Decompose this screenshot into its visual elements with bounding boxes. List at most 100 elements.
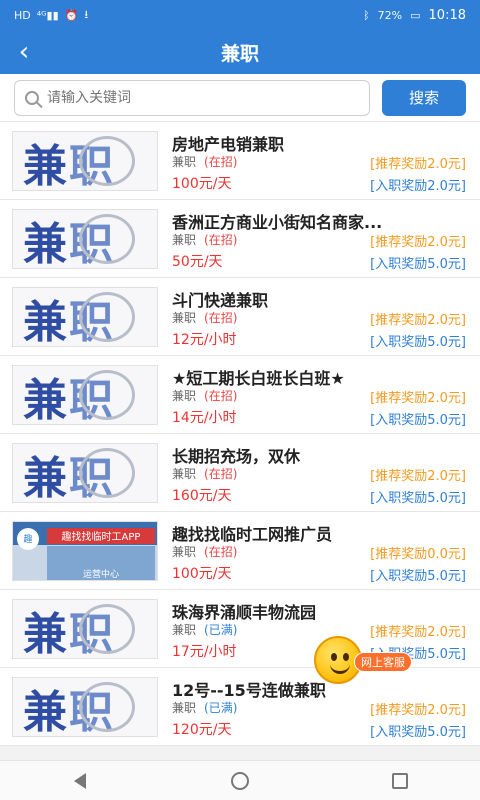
job-info: 12号--15号连做兼职 兼职 (已满) 120元/天 [推荐奖励2.0元] [入职奖励5… xyxy=(172,677,466,740)
recommend-reward: [推荐奖励2.0元] xyxy=(370,156,466,172)
job-info: 香洲正方商业小街知名商家... 兼职 (在招) 50元/天 [推荐奖励2.0元] [入职奖… xyxy=(172,209,466,272)
magnifier-icon xyxy=(79,681,135,732)
onboard-reward: [入职奖励5.0元] xyxy=(370,724,466,740)
onboard-reward: [入职奖励5.0元] xyxy=(370,256,466,272)
job-meta: 兼职 (在招) xyxy=(172,465,237,482)
job-info: 斗门快递兼职 兼职 (在招) 12元/小时 [推荐奖励2.0元] [入职奖励5.0元] xyxy=(172,287,466,350)
job-list-item[interactable]: 兼职 ★短工期长白班长白班★ 兼职 (在招) 14元/小时 [推荐奖励2.0元] [入职奖励… xyxy=(0,356,480,434)
job-list-item[interactable]: 兼职房地产电销兼职 兼职 (在招) 100元/天 [推荐奖励2.0元] [入职奖励2.0元… xyxy=(0,122,480,200)
job-type: 兼职 xyxy=(172,622,197,637)
top-nav: ‹ 兼职 xyxy=(0,30,480,74)
jianzhi-logo: 兼职 xyxy=(23,366,135,425)
download-icon: ⭳ xyxy=(84,7,89,21)
magnifier-icon xyxy=(79,603,135,654)
battery-icon: ▭ xyxy=(410,8,421,22)
signal-icon: ⁴ᴳ▮▮ xyxy=(36,8,59,22)
job-title: 趣找找临时工网推广员 xyxy=(172,524,333,544)
hd-icon: HD xyxy=(14,8,31,22)
job-type: 兼职 xyxy=(172,310,197,325)
search-icon xyxy=(25,90,39,105)
job-wage: 120元/天 xyxy=(172,721,232,738)
job-thumbnail: 兼职 xyxy=(12,286,158,347)
job-info: 趣找找临时工网推广员 兼职 (在招) 100元/天 [推荐奖励0.0元] [入职奖励5.0… xyxy=(172,521,466,584)
logo-char-1: 兼 xyxy=(23,296,69,347)
nav-home-button[interactable] xyxy=(220,767,260,795)
photo-sub-text: 运营中心 xyxy=(47,545,155,580)
recents-square-icon xyxy=(392,772,408,789)
brand-logo-icon: 趣 xyxy=(17,527,39,550)
job-thumbnail: 兼职 xyxy=(12,130,158,191)
bluetooth-icon: ᛒ xyxy=(363,8,370,22)
job-info: ★短工期长白班长白班★ 兼职 (在招) 14元/小时 [推荐奖励2.0元] [入职奖励5.… xyxy=(172,365,466,428)
job-list-item[interactable]: 趣趣找找临时工APP 运营中心 趣找找临时工网推广员 兼职 (在招) 100元/天 [推荐奖… xyxy=(0,512,480,590)
job-info: 房地产电销兼职 兼职 (在招) 100元/天 [推荐奖励2.0元] [入职奖励2.0元] xyxy=(172,131,466,194)
home-circle-icon xyxy=(231,771,249,790)
logo-char-1: 兼 xyxy=(23,608,69,659)
job-thumbnail: 兼职 xyxy=(12,364,158,425)
job-list-item[interactable]: 兼职斗门快递兼职 兼职 (在招) 12元/小时 [推荐奖励2.0元] [入职奖励5.0元] xyxy=(0,278,480,356)
search-bar: 搜索 xyxy=(0,74,480,122)
job-status: (在招) xyxy=(204,388,238,403)
jianzhi-logo: 兼职 xyxy=(23,132,135,191)
nav-recents-button[interactable] xyxy=(380,767,420,795)
jianzhi-logo: 兼职 xyxy=(23,288,135,347)
job-meta: 兼职 (在招) xyxy=(172,309,237,326)
onboard-reward: [入职奖励5.0元] xyxy=(370,568,466,584)
magnifier-icon xyxy=(79,291,135,342)
status-time: 10:18 xyxy=(428,7,466,23)
online-service-label: 网上客服 xyxy=(354,652,412,672)
job-status: (在招) xyxy=(204,232,238,247)
job-list-item[interactable]: 兼职长期招充场，双休 兼职 (在招) 160元/天 [推荐奖励2.0元] [入职奖励5.0… xyxy=(0,434,480,512)
page-title: 兼职 xyxy=(220,42,259,65)
job-status: (在招) xyxy=(204,310,238,325)
recommend-reward: [推荐奖励0.0元] xyxy=(370,546,466,562)
job-title: 斗门快递兼职 xyxy=(172,290,269,310)
magnifier-icon xyxy=(79,213,135,264)
jianzhi-logo: 兼职 xyxy=(23,210,135,269)
job-status: (已满) xyxy=(204,700,238,715)
job-type: 兼职 xyxy=(172,388,197,403)
recommend-reward: [推荐奖励2.0元] xyxy=(370,702,466,718)
job-photo: 趣趣找找临时工APP 运营中心 xyxy=(13,521,157,580)
recommend-reward: [推荐奖励2.0元] xyxy=(370,312,466,328)
back-triangle-icon xyxy=(74,772,86,789)
status-left: HD ⁴ᴳ▮▮ ⏰ ⭳ xyxy=(14,6,88,25)
job-thumbnail: 趣趣找找临时工APP 运营中心 xyxy=(12,520,158,581)
job-info: 长期招充场，双休 兼职 (在招) 160元/天 [推荐奖励2.0元] [入职奖励5.0元] xyxy=(172,443,466,506)
nav-back-button[interactable] xyxy=(60,767,100,795)
system-nav-bar xyxy=(0,760,480,800)
job-status: (已满) xyxy=(204,622,238,637)
job-meta: 兼职 (在招) xyxy=(172,543,237,560)
job-type: 兼职 xyxy=(172,154,197,169)
job-status: (在招) xyxy=(204,466,238,481)
job-wage: 50元/天 xyxy=(172,253,223,270)
onboard-reward: [入职奖励5.0元] xyxy=(370,334,466,350)
search-button[interactable]: 搜索 xyxy=(382,79,466,116)
job-type: 兼职 xyxy=(172,700,197,715)
back-button[interactable]: ‹ xyxy=(10,36,38,68)
jianzhi-logo: 兼职 xyxy=(23,600,135,659)
magnifier-icon xyxy=(79,369,135,420)
job-meta: 兼职 (在招) xyxy=(172,153,237,170)
job-type: 兼职 xyxy=(172,466,197,481)
job-title: 长期招充场，双休 xyxy=(172,446,301,466)
search-field[interactable] xyxy=(14,79,370,116)
job-title: 房地产电销兼职 xyxy=(172,134,285,154)
job-list-item[interactable]: 兼职香洲正方商业小街知名商家... 兼职 (在招) 50元/天 [推荐奖励2.0元] [入… xyxy=(0,200,480,278)
job-meta: 兼职 (已满) xyxy=(172,699,237,716)
recommend-reward: [推荐奖励2.0元] xyxy=(370,468,466,484)
job-wage: 160元/天 xyxy=(172,487,232,504)
logo-char-1: 兼 xyxy=(23,218,69,269)
job-meta: 兼职 (已满) xyxy=(172,621,237,638)
jianzhi-logo: 兼职 xyxy=(23,678,135,736)
logo-char-1: 兼 xyxy=(23,140,69,191)
job-wage: 100元/天 xyxy=(172,565,232,582)
job-meta: 兼职 (在招) xyxy=(172,387,237,404)
job-thumbnail: 兼职 xyxy=(12,442,158,503)
search-input[interactable] xyxy=(47,89,359,106)
online-service-button[interactable]: 网上客服 xyxy=(314,636,446,684)
logo-char-1: 兼 xyxy=(23,374,69,425)
status-right: ᛒ 72% ▭ 10:18 xyxy=(363,8,466,23)
status-bar: HD ⁴ᴳ▮▮ ⏰ ⭳ ᛒ 72% ▭ 10:18 xyxy=(0,0,480,30)
job-thumbnail: 兼职 xyxy=(12,598,158,659)
